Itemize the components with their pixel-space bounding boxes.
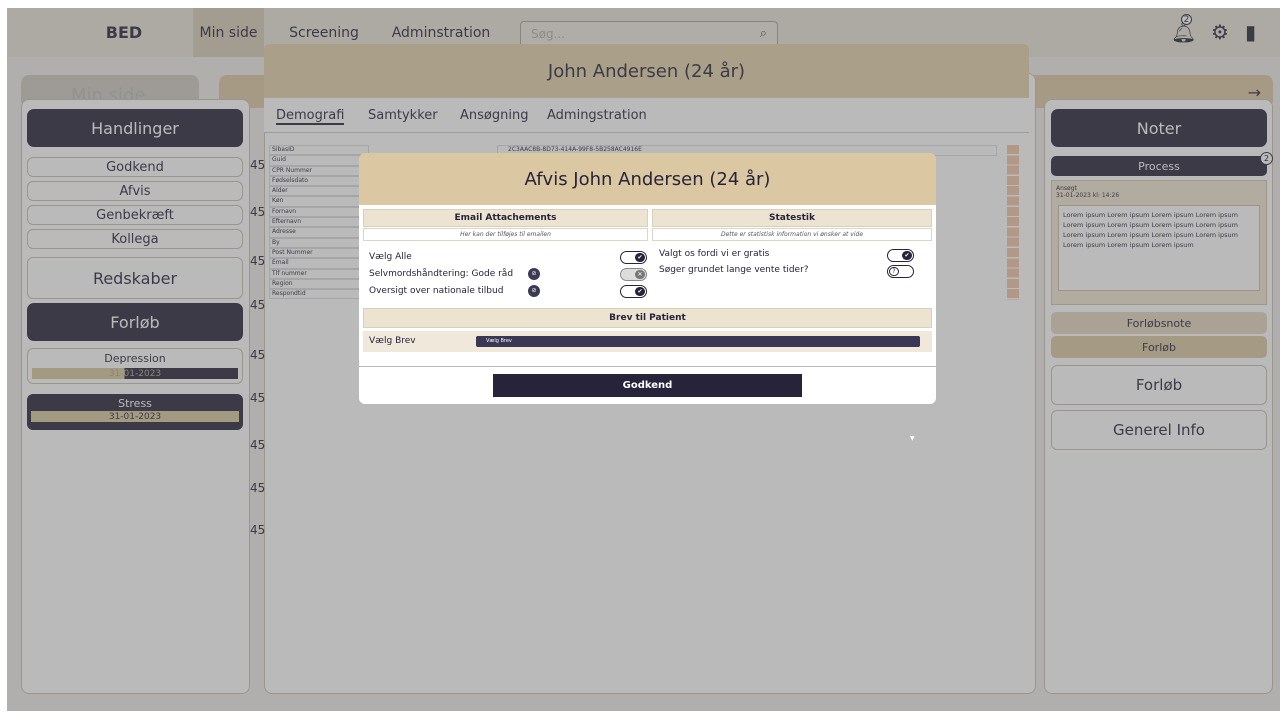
statistics-title: Statestik xyxy=(652,209,932,227)
email-row-national-offers: Oversigt over nationale tilbud xyxy=(369,286,504,296)
email-row-suicide-advice: Selvmordshåndtering: Gode råd xyxy=(369,269,514,279)
letter-label: Vælg Brev xyxy=(369,336,416,346)
email-hint: Her kan der tilføjes til emailen xyxy=(363,228,648,241)
caret-down-icon: ▼ xyxy=(910,435,915,442)
info-icon: ⊘ xyxy=(528,268,540,280)
question-icon: ? xyxy=(889,267,899,276)
letter-row: Vælg Brev Vælg Brev xyxy=(363,331,932,352)
suicide-advice-toggle[interactable]: ✕ xyxy=(620,268,647,281)
national-offers-toggle[interactable]: ✔ xyxy=(620,285,647,298)
free-toggle[interactable]: ✔ xyxy=(887,249,914,262)
x-icon: ✕ xyxy=(635,270,645,279)
approve-button[interactable]: Godkend xyxy=(493,374,802,397)
letter-title: Brev til Patient xyxy=(363,308,932,328)
check-icon: ✔ xyxy=(902,251,912,260)
app-screen: BED Min side Screening Adminstration Søg… xyxy=(7,8,1280,711)
check-icon: ✔ xyxy=(635,287,645,296)
check-icon: ✔ xyxy=(635,253,645,262)
modal-title: Afvis John Andersen (24 år) xyxy=(359,153,936,205)
email-attachments-title: Email Attachements xyxy=(363,209,648,227)
select-all-toggle[interactable]: ✔ xyxy=(620,251,647,264)
modal-footer: Godkend xyxy=(359,367,936,404)
letter-select[interactable]: Vælg Brev xyxy=(476,336,920,347)
stats-row-wait-times: Søger grundet lange vente tider? xyxy=(659,265,809,275)
statistics-hint: Dette er statistisk information vi ønske… xyxy=(652,228,932,241)
modal-body: Email Attachements Her kan der tilføjes … xyxy=(359,205,936,366)
email-row-select-all: Vælg Alle xyxy=(369,252,412,262)
stats-row-free: Valgt os fordi vi er gratis xyxy=(659,249,770,259)
wait-times-toggle[interactable]: ? xyxy=(887,265,914,278)
info-icon: ⊘ xyxy=(528,285,540,297)
